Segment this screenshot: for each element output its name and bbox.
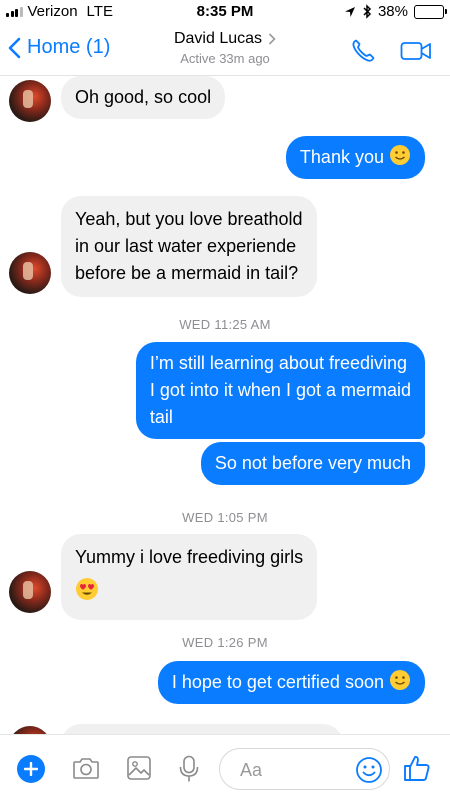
microphone-icon[interactable] [178,755,200,783]
heart-eyes-face-icon [76,578,98,600]
slightly-smiling-face-icon [390,670,410,690]
message-composer: Aa [0,734,450,800]
message-line: before be a mermaid in tail? [75,263,299,283]
contact-avatar[interactable] [9,80,51,122]
status-indicators: 38% [344,3,447,20]
camera-icon[interactable] [72,755,100,781]
message-thread[interactable]: Oh good, so cool Thank you Yeah, but you… [0,76,450,734]
message-line: I got into it when I got a mermaid [149,380,411,400]
contact-avatar[interactable] [9,252,51,294]
timestamp-divider: WED 1:26 PM [182,635,268,650]
more-actions-button[interactable] [17,755,45,783]
outgoing-message[interactable]: Thank you [285,136,425,179]
battery-percent: 38% [377,3,408,20]
incoming-message[interactable]: Oh good, so cool [61,76,226,119]
timestamp-divider: WED 1:05 PM [182,510,268,525]
bluetooth-icon [363,4,372,19]
outgoing-message[interactable]: So not before very much [200,442,425,485]
message-line: in our last water experiende [75,236,297,256]
phone-icon[interactable] [350,38,376,64]
message-line: tail [149,407,173,427]
message-line: Yeah, but you love breathold [75,209,303,229]
emoji-icon[interactable] [355,756,383,784]
plus-icon [24,762,38,776]
outgoing-message[interactable]: I hope to get certified soon [157,661,425,704]
message-text: Oh good, so cool [75,87,212,107]
message-text: I hope to get certified soon [171,672,384,692]
slightly-smiling-face-icon [390,145,410,165]
message-input-placeholder: Aa [240,760,263,780]
message-line: I’m still learning about freediving [149,353,407,373]
incoming-message[interactable]: Yeah, but you love breathold in our last… [61,196,317,297]
contact-name: David Lucas [173,30,263,47]
timestamp-divider: WED 11:25 AM [179,317,271,332]
contact-avatar[interactable] [9,726,51,734]
conversation-header: Home (1) David Lucas Active 33m ago [0,24,450,76]
status-bar: Verizon LTE 8:35 PM 38% [0,0,450,24]
message-text: Thank you [299,147,384,167]
incoming-message[interactable]: Yummy i love freediving girls [61,534,318,620]
contact-avatar[interactable] [9,571,51,613]
image-icon[interactable] [126,755,152,781]
message-input[interactable]: Aa [219,748,390,790]
chevron-right-icon [268,33,276,45]
call-actions [350,38,432,64]
message-text: Yummy i love freediving girls [75,547,304,567]
thumbs-up-icon[interactable] [402,753,432,783]
message-text: So not before very much [214,453,411,473]
location-arrow-icon [344,6,355,17]
video-call-icon[interactable] [400,40,432,62]
incoming-message-partial[interactable] [61,724,343,734]
outgoing-message[interactable]: I’m still learning about freediving I go… [135,342,425,439]
battery-icon [414,4,447,19]
